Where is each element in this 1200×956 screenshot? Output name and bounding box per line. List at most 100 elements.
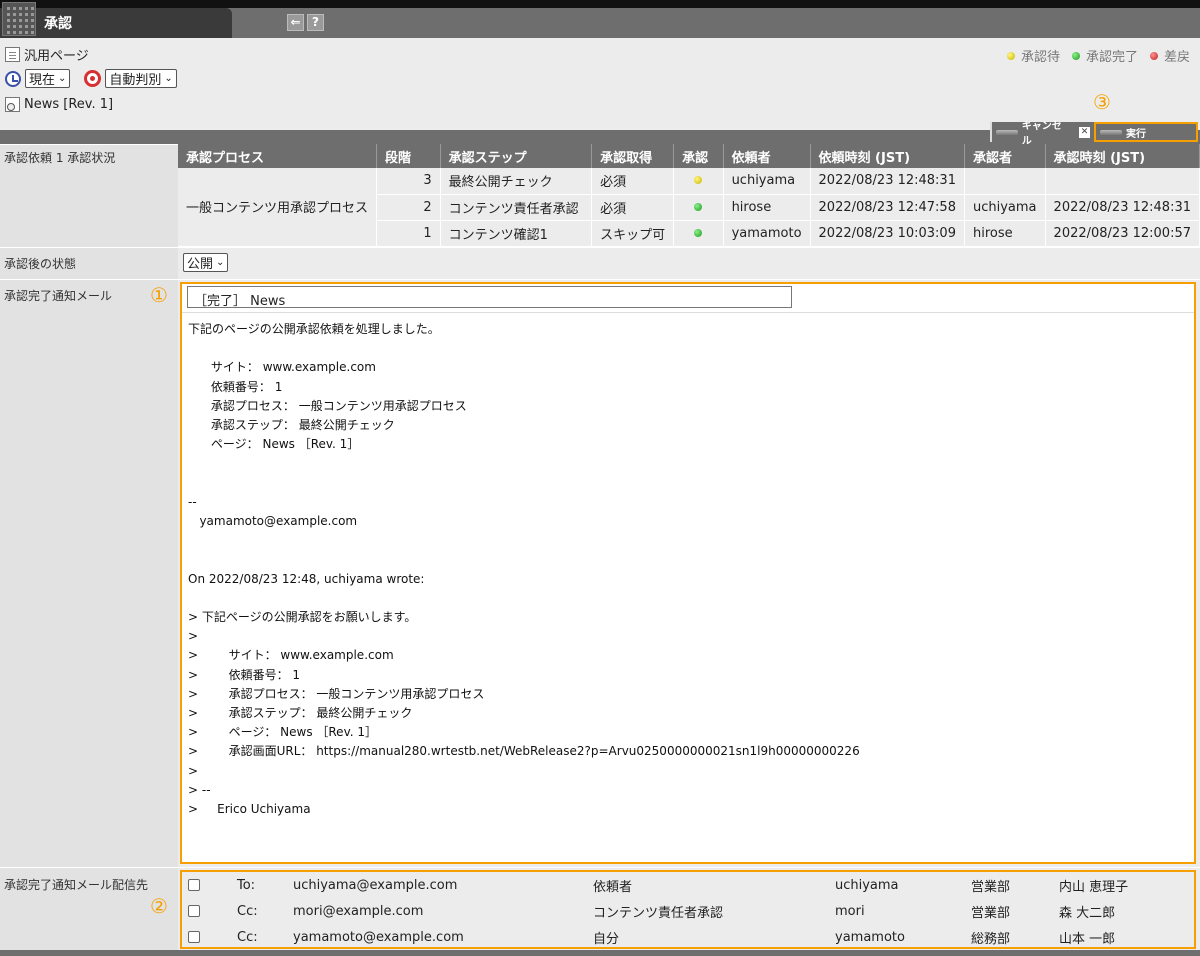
recipient-checkbox[interactable] <box>188 931 200 943</box>
app-title: 承認 <box>44 16 72 32</box>
step-cell: 最終公開チェック <box>440 168 593 195</box>
grid-dot <box>7 7 10 10</box>
grid-dot <box>25 19 28 22</box>
page-type-label: 汎用ページ <box>24 49 89 64</box>
judge-select[interactable]: 自動判別 ⌄ <box>105 69 177 88</box>
requester-cell: yamamoto <box>723 220 811 247</box>
grid-dot <box>19 31 22 34</box>
divider <box>182 312 1194 313</box>
requester-cell: hirose <box>723 194 811 221</box>
grid-dot <box>19 7 22 10</box>
clock-icon <box>5 70 21 87</box>
button-bar-icon <box>1100 129 1122 135</box>
button-bar-icon <box>996 129 1018 135</box>
col-required: 承認取得 <box>591 144 675 168</box>
mail-subject-input[interactable]: ［完了］ News <box>187 286 792 309</box>
green-dot-icon <box>1071 51 1080 60</box>
chevron-down-icon: ⌄ <box>216 257 225 268</box>
green-dot-icon <box>694 202 703 211</box>
col-step: 承認ステップ <box>440 144 593 168</box>
col-requester: 依頼者 <box>723 144 811 168</box>
legend-pending: 承認待 <box>1006 46 1060 65</box>
recipient-type: Cc: <box>237 903 258 919</box>
grid-dot <box>13 25 16 28</box>
stage-cell: 3 <box>376 168 441 195</box>
label-column <box>0 280 178 867</box>
cancel-button[interactable]: キャンセル ✕ <box>990 121 1094 147</box>
approval-state-cell <box>673 220 724 247</box>
required-cell: 必須 <box>591 194 675 221</box>
after-state-value: 公開 <box>187 257 214 272</box>
red-dot-icon <box>1149 51 1158 60</box>
close-icon: ✕ <box>1079 126 1090 138</box>
required-cell: スキップ可 <box>591 220 675 247</box>
recipient-role: 自分 <box>593 931 620 947</box>
page-name[interactable]: News [Rev. 1] <box>24 97 113 112</box>
stage-cell: 1 <box>376 220 441 247</box>
recipient-email: yamamoto@example.com <box>293 929 464 945</box>
recipient-type: To: <box>237 877 256 893</box>
back-icon[interactable]: ⇐ <box>287 14 304 31</box>
recipient-name: 山本 一郎 <box>1059 931 1116 947</box>
mail-row: 承認完了通知メール ① ［完了］ News 下記のページの公開承認依頼を処理しま… <box>0 279 1200 867</box>
legend-returned: 差戻 <box>1149 46 1190 65</box>
recipient-user: mori <box>835 903 865 919</box>
recipient-checkbox[interactable] <box>188 905 200 917</box>
grid-dot <box>7 31 10 34</box>
app-menu-icon[interactable] <box>2 2 36 36</box>
after-state-select[interactable]: 公開 ⌄ <box>183 253 229 272</box>
execute-button[interactable]: 実行 <box>1094 122 1198 142</box>
requested-at-cell: 2022/08/23 12:47:58 <box>810 194 965 221</box>
mail-body-textarea[interactable]: 下記のページの公開承認依頼を処理しました。 サイト： www.example.c… <box>188 320 860 819</box>
recipient-name: 内山 恵理子 <box>1059 879 1129 895</box>
approved-at-cell: 2022/08/23 12:00:57 <box>1045 220 1200 247</box>
recipient-dept: 営業部 <box>971 879 1011 895</box>
requested-at-cell: 2022/08/23 10:03:09 <box>810 220 965 247</box>
time-select[interactable]: 現在 ⌄ <box>25 69 71 88</box>
recipient-dept: 営業部 <box>971 905 1011 921</box>
chevron-down-icon: ⌄ <box>58 73 67 84</box>
requester-cell: uchiyama <box>723 168 811 195</box>
approver-cell: hirose <box>964 220 1046 247</box>
approval-state-cell <box>673 168 724 195</box>
page-preview-icon[interactable] <box>5 97 20 112</box>
grid-dot <box>13 13 16 16</box>
grid-dot <box>31 25 34 28</box>
recipient-user: yamamoto <box>835 929 905 945</box>
grid-dot <box>13 31 16 34</box>
time-select-value: 現在 <box>29 73 56 88</box>
approval-state-cell <box>673 194 724 221</box>
grid-dot <box>25 25 28 28</box>
col-approval: 承認 <box>673 144 724 168</box>
recipient-role: コンテンツ責任者承認 <box>593 905 724 921</box>
grid-dot <box>25 13 28 16</box>
recipient-type: Cc: <box>237 929 258 945</box>
col-requested-at: 依頼時刻 (JST) <box>810 144 965 168</box>
mail-label: 承認完了通知メール <box>4 289 113 303</box>
approver-cell: uchiyama <box>964 194 1046 221</box>
status-legend: 承認待 承認完了 差戻 <box>1006 46 1190 65</box>
table-row: 一般コンテンツ用承認プロセス 3 最終公開チェック 必須 uchiyama 20… <box>178 168 1200 247</box>
chevron-down-icon: ⌄ <box>164 73 173 84</box>
mail-editor: ［完了］ News 下記のページの公開承認依頼を処理しました。 サイト： www… <box>180 282 1196 864</box>
recipients-label: 承認完了通知メール配信先 <box>4 878 149 892</box>
marker-1: ① <box>150 283 168 307</box>
grid-dot <box>31 19 34 22</box>
grid-dot <box>19 13 22 16</box>
after-state-row: 承認後の状態 公開 ⌄ <box>0 247 1200 279</box>
recipient-role: 依頼者 <box>593 879 633 895</box>
list-item: Cc: yamamoto@example.com 自分 yamamoto 総務部… <box>182 924 1194 950</box>
grid-dot <box>7 25 10 28</box>
recipient-name: 森 大二郎 <box>1059 905 1116 921</box>
list-item: To: uchiyama@example.com 依頼者 uchiyama 営業… <box>182 872 1194 898</box>
help-icon[interactable]: ? <box>307 14 324 31</box>
grid-dot <box>19 25 22 28</box>
recipient-email: mori@example.com <box>293 903 424 919</box>
after-state-label: 承認後の状態 <box>4 257 77 271</box>
grid-dot <box>25 7 28 10</box>
judge-select-value: 自動判別 <box>109 73 162 88</box>
required-cell: 必須 <box>591 168 675 195</box>
stage-cell: 2 <box>376 194 441 221</box>
yellow-dot-icon <box>694 176 703 185</box>
recipient-checkbox[interactable] <box>188 879 200 891</box>
